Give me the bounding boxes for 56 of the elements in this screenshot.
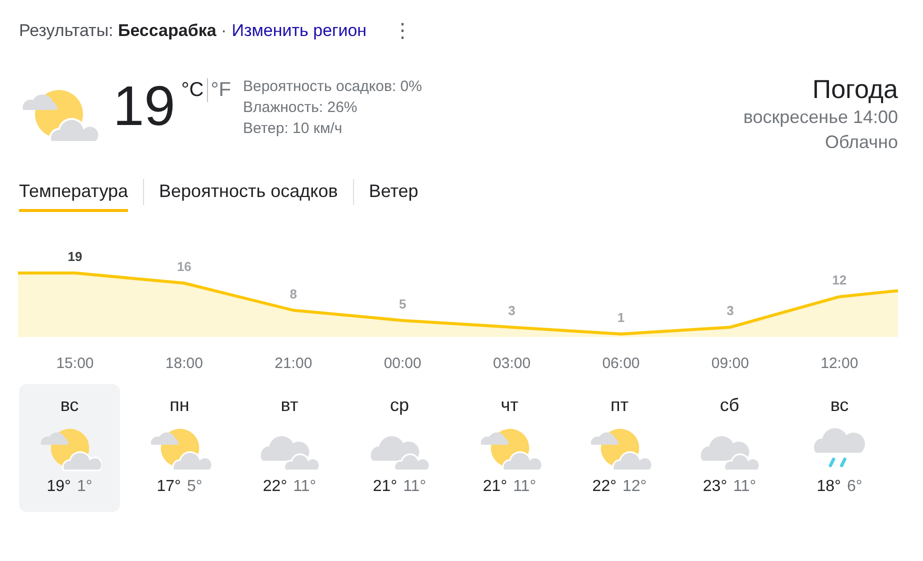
data-label: 19 [68, 249, 82, 264]
low-temperature: 11° [513, 477, 536, 497]
low-temperature: 11° [403, 477, 426, 497]
chart-tab[interactable]: Температура [19, 172, 128, 212]
day-label: ср [390, 394, 409, 416]
day-label: вс [830, 394, 849, 416]
high-temperature: 17° [156, 477, 181, 497]
high-temperature: 18° [816, 477, 841, 497]
day-label: пн [170, 394, 190, 416]
time-label: 00:00 [384, 355, 422, 372]
time-label: 18:00 [165, 355, 203, 372]
time-label: 12:00 [820, 355, 858, 372]
low-temperature: 11° [293, 477, 316, 497]
current-temperature: 19 [113, 74, 176, 139]
change-region-link[interactable]: Изменить регион [232, 18, 367, 44]
weather-detail: Ветер: 10 км/ч [242, 119, 344, 139]
time-label: 15:00 [56, 355, 94, 372]
results-text: Результаты: Бессарабка · [19, 20, 227, 42]
low-temperature: 6° [846, 477, 862, 497]
data-label: 3 [508, 303, 516, 318]
time-label: 09:00 [711, 355, 749, 372]
time-label: 21:00 [274, 355, 312, 372]
chart-tab[interactable]: Ветер [368, 172, 418, 212]
time-label: 03:00 [493, 355, 531, 372]
high-temperature: 22° [262, 477, 288, 497]
day-label: пт [610, 394, 628, 416]
weather-detail: Влажность: 26% [242, 98, 358, 118]
high-temperature: 21° [372, 477, 398, 497]
day-label: вт [280, 394, 298, 416]
high-temperature: 23° [702, 477, 728, 497]
day-label: чт [500, 394, 518, 416]
unit-toggle[interactable]: °F [210, 78, 231, 102]
data-label: 1 [617, 310, 625, 325]
weather-title: Погода [812, 74, 898, 104]
low-temperature: 5° [186, 477, 202, 497]
low-temperature: 1° [76, 477, 92, 497]
chart-tab[interactable]: Вероятность осадков [159, 172, 338, 212]
day-label: сб [720, 394, 740, 416]
high-temperature: 21° [482, 477, 508, 497]
high-temperature: 22° [592, 477, 616, 497]
date-time: воскресенье 14:00 [743, 106, 898, 129]
high-temperature: 19° [46, 477, 71, 497]
day-card[interactable]: вс 19° 1° [19, 384, 120, 512]
data-label: 3 [726, 303, 734, 318]
data-label: 16 [176, 259, 192, 274]
data-label: 5 [398, 296, 406, 312]
low-temperature: 12° [622, 477, 647, 497]
data-label: 8 [290, 286, 298, 302]
unit-toggle[interactable]: °C [181, 78, 204, 102]
low-temperature: 11° [733, 477, 756, 497]
more-menu-button[interactable]: ⋮ [388, 21, 417, 41]
time-label: 06:00 [602, 355, 640, 372]
data-label: 12 [832, 272, 847, 288]
condition-text: Облачно [825, 131, 898, 154]
day-label: вс [60, 394, 79, 416]
weather-detail: Вероятность осадков: 0% [242, 77, 422, 97]
